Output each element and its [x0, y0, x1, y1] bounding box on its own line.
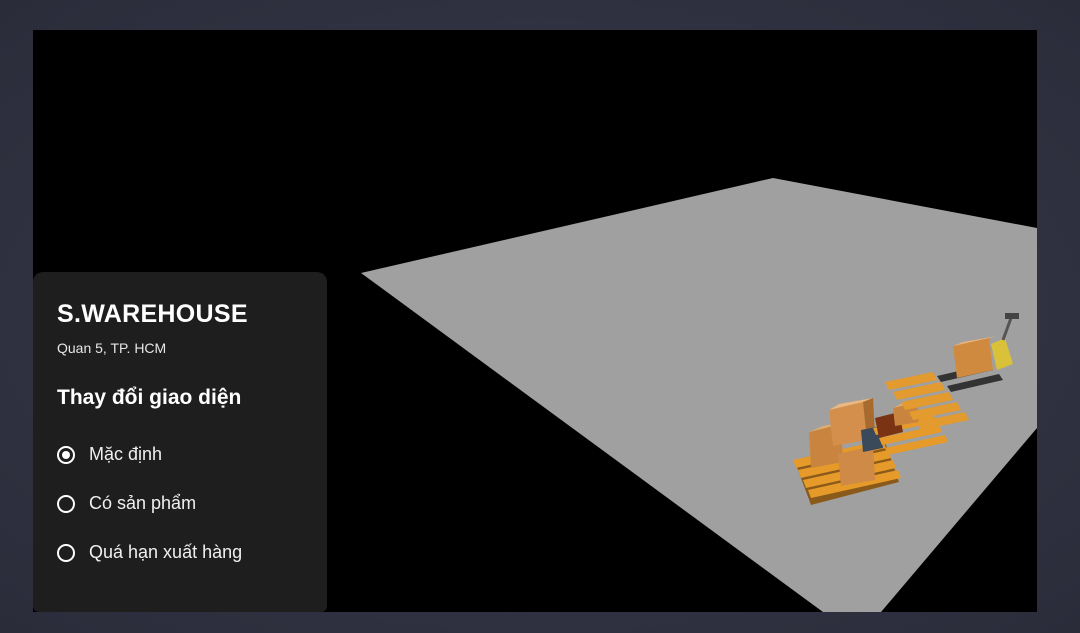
- warehouse-address: Quan 5, TP. HCM: [57, 340, 167, 356]
- radio-option-has-products[interactable]: Có sản phẩm: [57, 493, 196, 514]
- control-panel: S.WAREHOUSE Quan 5, TP. HCM Thay đổi gia…: [33, 272, 327, 612]
- radio-option-default[interactable]: Mặc định: [57, 444, 162, 465]
- radio-option-overdue[interactable]: Quá hạn xuất hàng: [57, 542, 242, 563]
- radio-unchecked-icon[interactable]: [57, 543, 75, 562]
- radio-unchecked-icon[interactable]: [57, 494, 75, 513]
- brand-title: S.WAREHOUSE: [57, 300, 248, 328]
- radio-label: Mặc định: [89, 444, 163, 464]
- section-title: Thay đổi giao diện: [57, 386, 242, 409]
- radio-checked-icon[interactable]: [57, 445, 75, 464]
- radio-label: Quá hạn xuất hàng: [89, 542, 243, 562]
- radio-label: Có sản phẩm: [89, 493, 197, 513]
